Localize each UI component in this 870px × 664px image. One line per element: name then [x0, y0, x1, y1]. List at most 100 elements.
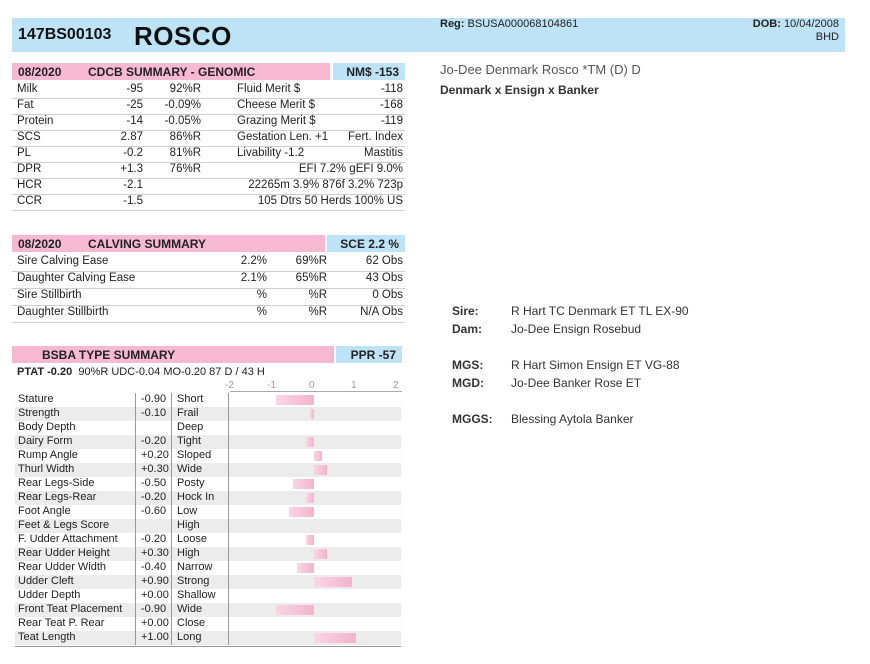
type-bar	[314, 451, 323, 461]
calving-pct: %	[256, 306, 267, 318]
trait-reliability: 76%R	[169, 163, 201, 175]
type-row: Rear Udder Height +0.30 High	[15, 547, 401, 561]
type-bar	[293, 479, 314, 489]
reg-value: BSUSA000068104861	[467, 18, 579, 30]
calving-pct: 2.2%	[240, 255, 267, 267]
type-trait-name: Front Teat Placement	[18, 603, 123, 615]
type-trait-descriptor: Deep	[177, 421, 204, 433]
trait-reliability: 92%R	[169, 83, 201, 95]
trait-value: -95	[126, 83, 143, 95]
type-trait-descriptor: High	[177, 519, 200, 531]
type-trait-value: -0.90	[141, 393, 167, 405]
descriptor-divider	[171, 393, 172, 645]
merit-label: EFI 7.2% gEFI 9.0%	[298, 163, 403, 175]
pedigree-label: MGD:	[452, 376, 484, 390]
type-trait-value: -0.20	[141, 533, 167, 545]
type-row: Rear Teat P. Rear +0.00 Close	[15, 617, 401, 631]
pedigree-value: R Hart Simon Ensign ET VG-88	[511, 358, 680, 372]
type-trait-name: Feet & Legs Score	[18, 519, 110, 531]
genomic-date: 08/2020	[18, 65, 62, 79]
dob-block: DOB: 10/04/2008 BHD	[753, 18, 839, 44]
type-trait-value: +0.90	[141, 575, 169, 587]
merit-label: Fluid Merit $	[237, 83, 301, 95]
full-name: Jo-Dee Denmark Rosco *TM (D) D	[440, 62, 641, 77]
bull-name: ROSCO	[134, 21, 232, 51]
type-row: Rump Angle +0.20 Sloped	[15, 449, 401, 463]
value-divider	[135, 393, 136, 645]
calving-obs: N/A Obs	[360, 306, 403, 318]
type-trait-name: Dairy Form	[18, 435, 73, 447]
type-row: Foot Angle -0.60 Low	[15, 505, 401, 519]
dob-value: 10/04/2008	[783, 18, 839, 30]
type-trait-descriptor: Wide	[177, 603, 203, 615]
type-trait-descriptor: Wide	[177, 463, 203, 475]
type-trait-descriptor: High	[177, 547, 200, 559]
type-trait-name: Udder Depth	[18, 589, 81, 601]
pedigree-label: MGGS:	[452, 412, 493, 426]
calving-trait: Sire Calving Ease	[17, 255, 109, 267]
type-trait-descriptor: Long	[177, 631, 202, 643]
calving-reliability: %R	[308, 306, 327, 318]
calving-trait: Sire Stillbirth	[17, 289, 82, 301]
bull-code: 147BS00103	[18, 26, 112, 43]
trait-name: Fat	[17, 99, 34, 111]
type-row: Udder Depth +0.00 Shallow	[15, 589, 401, 603]
type-row: Thurl Width +0.30 Wide	[15, 463, 401, 477]
type-row: Body Depth Deep	[15, 421, 401, 435]
type-trait-value: -0.20	[141, 491, 167, 503]
trait-name: Milk	[17, 83, 38, 95]
type-title: BSBA TYPE SUMMARY	[42, 348, 176, 362]
trait-name: DPR	[17, 163, 42, 175]
merit-label: Cheese Merit $	[237, 99, 315, 111]
trait-value: -2.1	[123, 179, 143, 191]
genomic-row: Fat -25 -0.09% Cheese Merit $ -168	[12, 98, 405, 115]
calving-reliability: %R	[308, 289, 327, 301]
type-trait-name: Strength	[18, 407, 60, 419]
genomic-row: SCS 2.87 86%R Gestation Len. +1 Fert. Index	[12, 130, 405, 147]
merit-value: Fert. Index	[348, 131, 403, 143]
trait-name: PL	[17, 147, 32, 159]
type-bottom-line	[15, 646, 401, 647]
genomic-row: CCR -1.5 105 Dtrs 50 Herds 100% US	[12, 194, 405, 211]
merit-label: 22265m 3.9% 876f 3.2% 723p	[248, 179, 403, 191]
type-trait-value: -0.10	[141, 407, 167, 419]
chart-divider	[228, 393, 229, 645]
dob-label: DOB:	[752, 18, 781, 30]
type-trait-value: +0.00	[141, 617, 169, 629]
type-row: Feet & Legs Score High	[15, 519, 401, 533]
type-row: Dairy Form -0.20 Tight	[15, 435, 401, 449]
trait-value: -14	[126, 115, 143, 127]
type-row: F. Udder Attachment -0.20 Loose	[15, 533, 401, 547]
type-trait-value: +0.20	[141, 449, 169, 461]
type-bar	[314, 549, 327, 559]
trait-value: 2.87	[120, 131, 143, 143]
pedigree-value: R Hart TC Denmark ET TL EX-90	[511, 304, 689, 318]
type-bar	[305, 437, 314, 447]
trait-reliability: -0.09%	[164, 99, 201, 111]
type-row: Strength -0.10 Frail	[15, 407, 401, 421]
calving-obs: 0 Obs	[372, 289, 403, 301]
type-trait-value: -0.90	[141, 603, 167, 615]
header-bar: 147BS00103 ROSCO Reg: BSUSA000068104861 …	[12, 18, 845, 52]
type-row: Front Teat Placement -0.90 Wide	[15, 603, 401, 617]
ptat-value: PTAT -0.20	[17, 366, 73, 378]
calving-trait: Daughter Stillbirth	[17, 306, 109, 318]
type-trait-descriptor: Short	[177, 393, 204, 405]
type-bar	[297, 563, 314, 573]
type-row: Stature -0.90 Short	[15, 393, 401, 407]
type-row: Rear Legs-Rear -0.20 Hock In	[15, 491, 401, 505]
type-trait-descriptor: Narrow	[177, 561, 213, 573]
pedigree-value: Jo-Dee Ensign Rosebud	[511, 322, 642, 336]
calving-header: 08/2020 CALVING SUMMARY	[12, 235, 325, 252]
type-trait-value: +0.30	[141, 547, 169, 559]
registration: Reg: BSUSA000068104861	[440, 18, 578, 30]
type-trait-descriptor: Loose	[177, 533, 207, 545]
type-trait-value: -0.50	[141, 477, 167, 489]
type-trait-descriptor: Sloped	[177, 449, 212, 461]
type-trait-value: +0.30	[141, 463, 169, 475]
type-summary-line: PTAT -0.20 90%R UDC-0.04 MO-0.20 87 D / …	[17, 366, 265, 378]
lineage: Denmark x Ensign x Banker	[440, 83, 599, 97]
calving-row: Daughter Calving Ease 2.1% 65%R 43 Obs	[12, 271, 405, 289]
type-trait-name: Body Depth	[18, 421, 76, 433]
merit-label: 105 Dtrs 50 Herds 100% US	[257, 195, 403, 207]
